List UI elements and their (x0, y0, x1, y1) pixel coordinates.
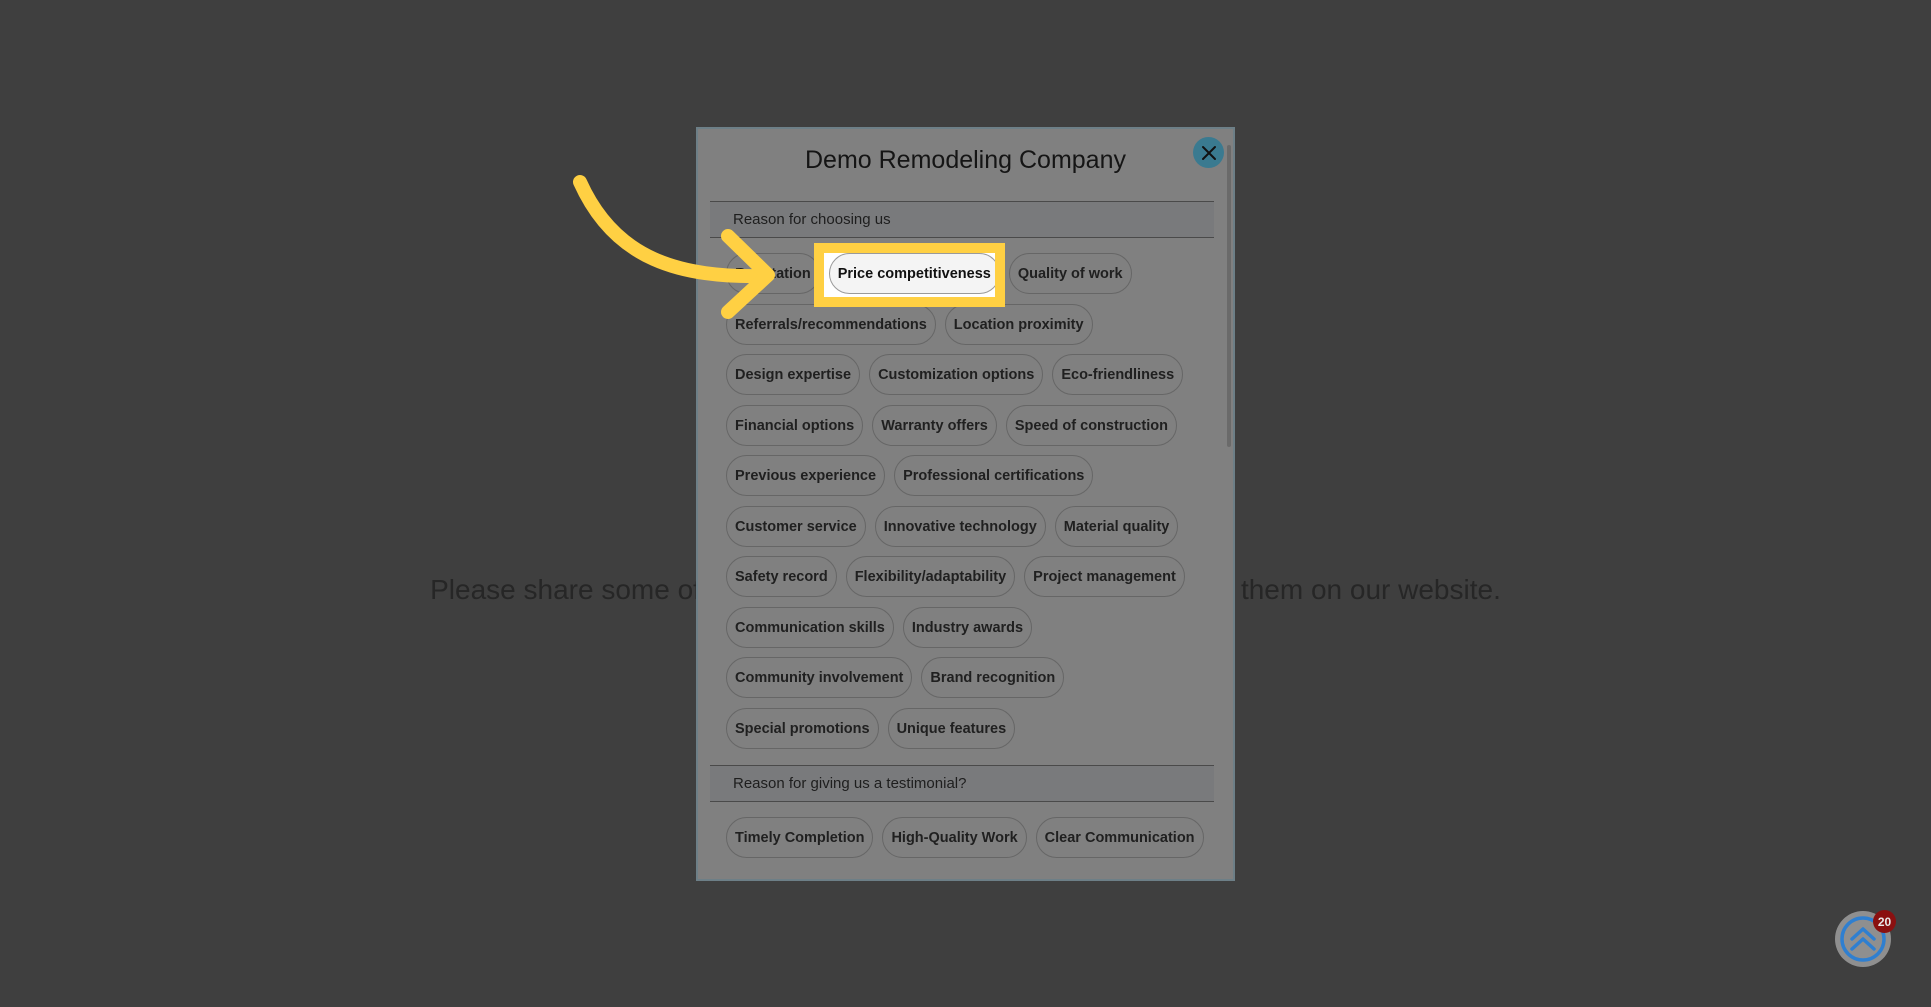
pill-row: Financial options Warranty offers Speed of… (726, 405, 1177, 446)
page-subtitle-left: Please share some of (430, 574, 701, 605)
option-pill-communication-skills[interactable]: Communication skills (726, 607, 894, 648)
pill-row: Design expertise Customization options Eco… (726, 354, 1184, 395)
option-pill-special-promotions[interactable]: Special promotions (726, 708, 879, 749)
option-pill-high-quality-work[interactable]: High-Quality Work (882, 817, 1027, 858)
pill-row: Previous experience Professional certific… (726, 455, 1094, 496)
option-pill-eco-friendliness[interactable]: Eco-friendliness (1052, 354, 1184, 395)
pill-row: Safety record Flexibility/adaptability Pro… (726, 556, 1185, 597)
option-pill-warranty-offers[interactable]: Warranty offers (872, 405, 997, 446)
option-pill-timely-completion[interactable]: Timely Completion (726, 817, 874, 858)
page-subtitle-right: them on our website. (1240, 574, 1501, 605)
pill-row: Special promotions Unique features (726, 708, 1016, 749)
option-pill-speed-of-construction[interactable]: Speed of construction (1005, 405, 1177, 446)
pill-row: Reputation Price competitiveness Quality o… (726, 253, 1132, 294)
close-button[interactable] (1193, 137, 1224, 168)
pill-row: Referrals/recommendations Location proxim… (726, 304, 1093, 345)
option-pill-quality-of-work[interactable]: Quality of work (1008, 253, 1132, 294)
option-pill-safety-record[interactable]: Safety record (726, 556, 837, 597)
option-pill-professional-certifications[interactable]: Professional certifications (894, 455, 1094, 496)
option-pill-brand-recognition[interactable]: Brand recognition (921, 657, 1065, 698)
option-pill-flexibility-adaptability[interactable]: Flexibility/adaptability (845, 556, 1016, 597)
option-pill-design-expertise[interactable]: Design expertise (726, 354, 861, 395)
option-pill-material-quality[interactable]: Material quality (1054, 506, 1179, 547)
option-pill-unique-features[interactable]: Unique features (887, 708, 1016, 749)
notification-badge: 20 (1873, 910, 1896, 933)
option-pill-industry-awards[interactable]: Industry awards (902, 607, 1033, 648)
option-pill-referrals-recommendations[interactable]: Referrals/recommendations (726, 304, 936, 345)
option-pill-financial-options[interactable]: Financial options (726, 405, 864, 446)
option-pill-price-competitiveness[interactable]: Price competitiveness (828, 253, 1000, 294)
option-pill-location-proximity[interactable]: Location proximity (944, 304, 1093, 345)
modal-title: Demo Remodeling Company (805, 146, 1126, 174)
close-icon (1201, 145, 1216, 160)
pill-row: Communication skills Industry awards (726, 607, 1033, 648)
option-pill-customization-options[interactable]: Customization options (869, 354, 1044, 395)
option-pill-innovative-technology[interactable]: Innovative technology (874, 506, 1046, 547)
option-pill-reputation[interactable]: Reputation (726, 253, 820, 294)
modal-scrollbar[interactable] (1227, 145, 1231, 447)
pill-row: Customer service Innovative technology Mat… (726, 506, 1179, 547)
section-header-testimonial: Reason for giving us a testimonial? (710, 765, 1214, 802)
option-pill-project-management[interactable]: Project management (1024, 556, 1185, 597)
section-header-reasons: Reason for choosing us (710, 201, 1214, 238)
option-pill-previous-experience[interactable]: Previous experience (726, 455, 886, 496)
option-pill-community-involvement[interactable]: Community involvement (726, 657, 913, 698)
pill-row: Community involvement Brand recognition (726, 657, 1065, 698)
option-pill-clear-communication[interactable]: Clear Communication (1035, 817, 1204, 858)
pill-row: Timely Completion High-Quality Work Clear … (726, 817, 1204, 858)
option-pill-customer-service[interactable]: Customer service (726, 506, 866, 547)
